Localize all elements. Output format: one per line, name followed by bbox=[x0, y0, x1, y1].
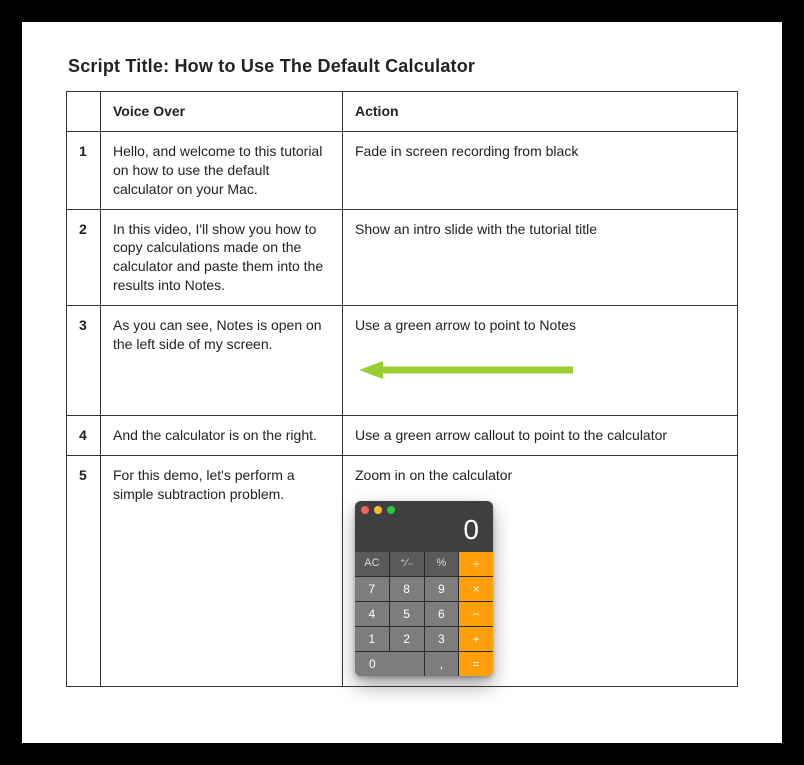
key-equals: = bbox=[459, 652, 493, 676]
action-cell: Show an intro slide with the tutorial ti… bbox=[343, 209, 738, 306]
key-3: 3 bbox=[425, 627, 459, 651]
key-percent: % bbox=[425, 552, 459, 576]
voice-over-cell: As you can see, Notes is open on the lef… bbox=[101, 306, 343, 416]
action-cell: Zoom in on the calculator 0 AC bbox=[343, 456, 738, 687]
calculator-display: 0 bbox=[361, 514, 487, 550]
script-title: Script Title: How to Use The Default Cal… bbox=[68, 56, 738, 77]
key-multiply: × bbox=[459, 577, 493, 601]
table-row: 5 For this demo, let's perform a simple … bbox=[67, 456, 738, 687]
key-5: 5 bbox=[390, 602, 424, 626]
voice-over-cell: In this video, I'll show you how to copy… bbox=[101, 209, 343, 306]
calculator-screenshot: 0 AC ⁺∕₋ % ÷ 7 8 9 × 4 5 bbox=[355, 501, 493, 676]
row-number: 4 bbox=[67, 416, 101, 456]
voice-over-cell: For this demo, let's perform a simple su… bbox=[101, 456, 343, 687]
action-cell: Use a green arrow to point to Notes bbox=[343, 306, 738, 416]
key-8: 8 bbox=[390, 577, 424, 601]
calculator-keys: AC ⁺∕₋ % ÷ 7 8 9 × 4 5 6 − 1 bbox=[355, 552, 493, 676]
minimize-icon bbox=[374, 506, 382, 514]
row-number: 2 bbox=[67, 209, 101, 306]
close-icon bbox=[361, 506, 369, 514]
key-divide: ÷ bbox=[459, 552, 493, 576]
key-0: 0 bbox=[355, 652, 424, 676]
action-cell: Use a green arrow callout to point to th… bbox=[343, 416, 738, 456]
header-voice: Voice Over bbox=[101, 92, 343, 132]
voice-over-cell: And the calculator is on the right. bbox=[101, 416, 343, 456]
key-2: 2 bbox=[390, 627, 424, 651]
key-ac: AC bbox=[355, 552, 389, 576]
key-minus: − bbox=[459, 602, 493, 626]
script-table: Voice Over Action 1 Hello, and welcome t… bbox=[66, 91, 738, 687]
header-num bbox=[67, 92, 101, 132]
document-page: Script Title: How to Use The Default Cal… bbox=[22, 22, 782, 743]
action-cell: Fade in screen recording from black bbox=[343, 131, 738, 209]
action-text: Zoom in on the calculator bbox=[355, 467, 512, 483]
key-comma: , bbox=[425, 652, 459, 676]
action-text: Use a green arrow to point to Notes bbox=[355, 317, 576, 333]
row-number: 3 bbox=[67, 306, 101, 416]
key-6: 6 bbox=[425, 602, 459, 626]
table-row: 1 Hello, and welcome to this tutorial on… bbox=[67, 131, 738, 209]
key-negate: ⁺∕₋ bbox=[390, 552, 424, 576]
zoom-icon bbox=[387, 506, 395, 514]
table-row: 2 In this video, I'll show you how to co… bbox=[67, 209, 738, 306]
key-4: 4 bbox=[355, 602, 389, 626]
row-number: 1 bbox=[67, 131, 101, 209]
key-1: 1 bbox=[355, 627, 389, 651]
row-number: 5 bbox=[67, 456, 101, 687]
table-row: 3 As you can see, Notes is open on the l… bbox=[67, 306, 738, 416]
key-9: 9 bbox=[425, 577, 459, 601]
green-arrow-icon bbox=[355, 359, 725, 381]
header-action: Action bbox=[343, 92, 738, 132]
window-controls bbox=[361, 506, 487, 514]
key-7: 7 bbox=[355, 577, 389, 601]
key-plus: + bbox=[459, 627, 493, 651]
table-row: 4 And the calculator is on the right. Us… bbox=[67, 416, 738, 456]
voice-over-cell: Hello, and welcome to this tutorial on h… bbox=[101, 131, 343, 209]
